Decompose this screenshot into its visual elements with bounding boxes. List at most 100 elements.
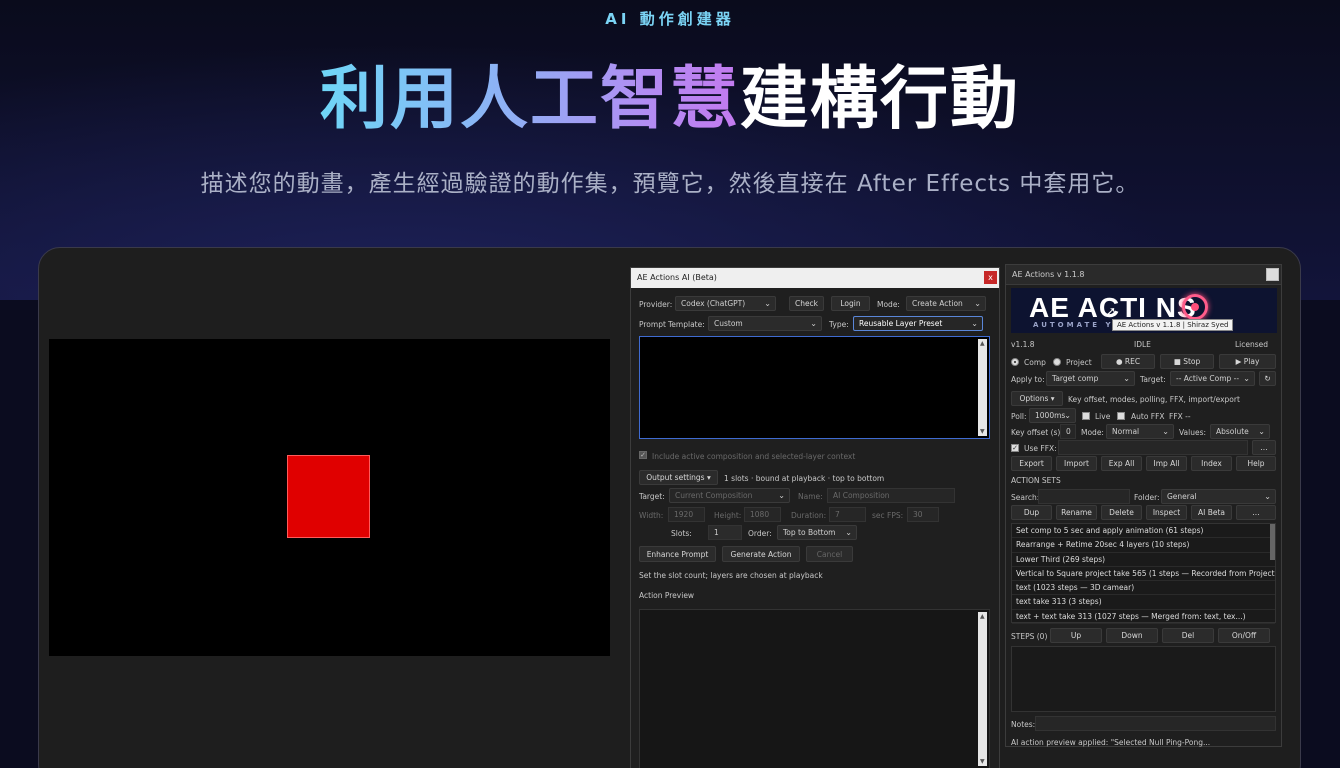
- include-context-checkbox[interactable]: ✓: [639, 451, 647, 459]
- import-all-button[interactable]: Imp All: [1146, 456, 1187, 471]
- order-value: Top to Bottom: [783, 528, 836, 537]
- list-item[interactable]: Lower Third (269 steps): [1012, 553, 1275, 567]
- duration-input[interactable]: 7: [829, 507, 866, 522]
- key-offset-input[interactable]: 0: [1060, 424, 1076, 439]
- key-offset-label: Key offset (s):: [1011, 428, 1063, 437]
- dup-button[interactable]: Dup: [1011, 505, 1052, 520]
- type-select[interactable]: Reusable Layer Preset ⌄: [853, 316, 983, 331]
- export-all-button[interactable]: Exp All: [1101, 456, 1142, 471]
- red-solid-layer[interactable]: [287, 455, 370, 538]
- rename-button[interactable]: Rename: [1056, 505, 1097, 520]
- slots-input[interactable]: 1: [708, 525, 742, 540]
- options-button[interactable]: Options ▾: [1011, 391, 1063, 406]
- steps-list[interactable]: [1011, 646, 1276, 712]
- check-button[interactable]: Check: [789, 296, 824, 311]
- step-up-button[interactable]: Up: [1050, 628, 1102, 643]
- ffx-path-input[interactable]: [1058, 440, 1248, 455]
- mouse-cursor-icon: ➚: [1106, 304, 1117, 318]
- type-value: Reusable Layer Preset: [859, 319, 943, 328]
- sec-fps-label: sec FPS:: [872, 511, 904, 520]
- export-button[interactable]: Export: [1011, 456, 1052, 471]
- target-select[interactable]: Current Composition ⌄: [669, 488, 790, 503]
- comp-radio[interactable]: [1011, 358, 1019, 366]
- scroll-down-icon[interactable]: ▼: [980, 758, 985, 765]
- poll-select[interactable]: 1000ms ⌄: [1029, 408, 1076, 423]
- chevron-down-icon: ⌄: [1064, 411, 1071, 420]
- auto-ffx-checkbox[interactable]: [1117, 412, 1125, 420]
- target-select[interactable]: -- Active Comp -- ⌄: [1170, 371, 1255, 386]
- close-icon[interactable]: x: [984, 271, 997, 284]
- enhance-prompt-button[interactable]: Enhance Prompt: [639, 546, 716, 562]
- mode-value: Normal: [1112, 427, 1140, 436]
- preview-scrollbar[interactable]: ▲ ▼: [978, 612, 987, 766]
- apply-to-select[interactable]: Target comp ⌄: [1046, 371, 1135, 386]
- help-button[interactable]: Help: [1236, 456, 1276, 471]
- step-toggle-button[interactable]: On/Off: [1218, 628, 1270, 643]
- mode-label: Mode:: [877, 300, 900, 309]
- list-item[interactable]: text + text take 313 (1027 steps — Merge…: [1012, 610, 1275, 625]
- prompt-scrollbar[interactable]: ▲ ▼: [978, 339, 987, 436]
- composition-viewer[interactable]: [49, 339, 610, 656]
- step-delete-button[interactable]: Del: [1162, 628, 1214, 643]
- scroll-up-icon[interactable]: ▲: [980, 340, 985, 347]
- list-item[interactable]: text (1023 steps — 3D camear): [1012, 581, 1275, 596]
- mode-select[interactable]: Normal ⌄: [1106, 424, 1174, 439]
- order-select[interactable]: Top to Bottom ⌄: [777, 525, 857, 540]
- provider-select[interactable]: Codex (ChatGPT) ⌄: [675, 296, 776, 311]
- list-item[interactable]: Rearrange + Retime 20sec 4 layers (10 st…: [1012, 538, 1275, 553]
- rec-button[interactable]: ● REC: [1101, 354, 1155, 369]
- chevron-down-icon: ⌄: [1123, 374, 1130, 383]
- width-input[interactable]: 1920: [668, 507, 705, 522]
- poll-value: 1000ms: [1035, 411, 1066, 420]
- close-icon[interactable]: [1266, 268, 1279, 281]
- name-input[interactable]: AI Composition: [827, 488, 955, 503]
- ffx-browse-button[interactable]: ...: [1252, 440, 1276, 455]
- folder-label: Folder:: [1134, 493, 1160, 502]
- stop-button[interactable]: ■ Stop: [1160, 354, 1214, 369]
- login-button[interactable]: Login: [831, 296, 870, 311]
- chevron-down-icon: ⌄: [971, 319, 978, 328]
- index-button[interactable]: Index: [1191, 456, 1232, 471]
- scroll-up-icon[interactable]: ▲: [980, 613, 985, 620]
- folder-value: General: [1167, 492, 1197, 501]
- mode-select[interactable]: Create Action ⌄: [906, 296, 986, 311]
- refresh-icon[interactable]: ↻: [1259, 371, 1276, 386]
- ai-panel-titlebar: AE Actions AI (Beta) x: [631, 268, 999, 288]
- template-label: Template:: [668, 320, 705, 329]
- poll-label: Poll:: [1011, 412, 1027, 421]
- action-preview-area[interactable]: ▲ ▼: [639, 609, 990, 768]
- list-item[interactable]: Vertical to Square project take 565 (1 s…: [1012, 567, 1275, 582]
- hint-text: Set the slot count; layers are chosen at…: [639, 571, 823, 580]
- search-input[interactable]: [1038, 489, 1130, 504]
- prompt-textarea[interactable]: ▲ ▼: [639, 336, 990, 439]
- template-select[interactable]: Custom ⌄: [708, 316, 822, 331]
- fps-input[interactable]: 30: [907, 507, 939, 522]
- output-settings-button[interactable]: Output settings ▾: [639, 470, 718, 485]
- ai-beta-button[interactable]: AI Beta: [1191, 505, 1232, 520]
- more-button[interactable]: ...: [1236, 505, 1276, 520]
- provider-label: Provider:: [639, 300, 673, 309]
- cancel-button[interactable]: Cancel: [806, 546, 853, 562]
- inspect-button[interactable]: Inspect: [1146, 505, 1187, 520]
- folder-select[interactable]: General ⌄: [1161, 489, 1276, 504]
- actions-panel-title: AE Actions v 1.1.8: [1012, 270, 1085, 279]
- list-scrollbar[interactable]: [1270, 524, 1275, 560]
- list-item[interactable]: Set comp to 5 sec and apply animation (6…: [1012, 524, 1275, 539]
- play-button[interactable]: ▶ Play: [1219, 354, 1276, 369]
- project-radio[interactable]: [1053, 358, 1061, 366]
- steps-label: STEPS (0): [1011, 632, 1048, 641]
- height-input[interactable]: 1080: [744, 507, 781, 522]
- list-item[interactable]: text take 313 (3 steps): [1012, 595, 1275, 610]
- generate-action-button[interactable]: Generate Action: [722, 546, 800, 562]
- values-select[interactable]: Absolute ⌄: [1210, 424, 1270, 439]
- target-value: Current Composition: [675, 491, 753, 500]
- delete-button[interactable]: Delete: [1101, 505, 1142, 520]
- notes-input[interactable]: [1035, 716, 1276, 731]
- scroll-down-icon[interactable]: ▼: [980, 428, 985, 435]
- use-ffx-checkbox[interactable]: ✓: [1011, 444, 1019, 452]
- step-down-button[interactable]: Down: [1106, 628, 1158, 643]
- license-label: Licensed: [1235, 340, 1269, 349]
- action-sets-list[interactable]: Set comp to 5 sec and apply animation (6…: [1011, 523, 1276, 625]
- import-button[interactable]: Import: [1056, 456, 1097, 471]
- live-checkbox[interactable]: [1082, 412, 1090, 420]
